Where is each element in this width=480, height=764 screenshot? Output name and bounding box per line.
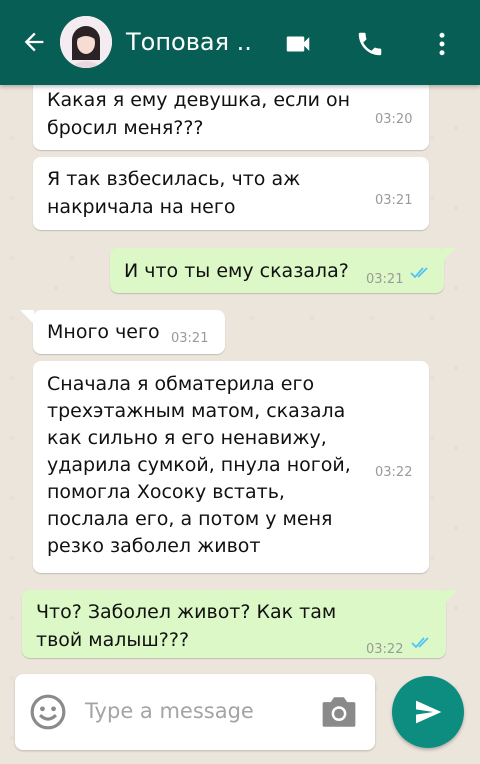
message-input[interactable]: Type a message	[85, 699, 254, 723]
more-vert-icon	[439, 32, 445, 56]
message-bubble[interactable]: Много чего 03:21	[33, 310, 225, 354]
arrow-left-icon	[24, 32, 44, 52]
message-text: Много чего	[47, 321, 160, 343]
video-call-button[interactable]	[278, 24, 318, 64]
message-time: 03:20	[375, 112, 413, 127]
message-bubble[interactable]: Я так взбесилась, что аж накричала на не…	[33, 157, 429, 230]
videocam-icon	[286, 36, 310, 52]
message-bubble[interactable]: Какая я ему девушка, если он бросил меня…	[33, 74, 429, 150]
message-text: Я так взбесилась, что аж накричала на не…	[47, 168, 301, 218]
voice-call-button[interactable]	[350, 24, 390, 64]
message-time: 03:22	[366, 642, 404, 657]
bubble-tail	[444, 590, 458, 604]
back-button[interactable]	[16, 24, 52, 60]
phone-icon	[358, 32, 382, 56]
read-receipt-icon	[410, 267, 428, 279]
message-time: 03:21	[375, 193, 413, 208]
bubble-tail	[442, 248, 456, 262]
avatar[interactable]	[60, 16, 112, 68]
message-bubble-outgoing[interactable]: И что ты ему сказала? 03:21	[110, 248, 444, 293]
bubble-tail	[20, 310, 34, 324]
message-time: 03:21	[366, 272, 404, 287]
message-bubble-outgoing[interactable]: Что? Заболел живот? Как там твой малыш??…	[22, 590, 446, 658]
message-time: 03:22	[375, 465, 413, 480]
message-time: 03:21	[171, 331, 209, 346]
message-text: Сначала я обматерила его трехэтажным мат…	[47, 373, 351, 557]
more-options-button[interactable]	[422, 24, 462, 64]
message-text: Какая я ему девушка, если он бросил меня…	[47, 89, 351, 139]
read-receipt-icon	[411, 637, 429, 649]
send-button[interactable]	[392, 676, 464, 748]
message-bubble[interactable]: Сначала я обматерила его трехэтажным мат…	[33, 361, 429, 573]
camera-icon[interactable]	[319, 694, 359, 730]
chat-header: Топовая ..	[0, 0, 480, 85]
message-text: Что? Заболел живот? Как там твой малыш??…	[36, 601, 337, 651]
message-text: И что ты ему сказала?	[124, 260, 349, 282]
send-icon	[416, 700, 442, 724]
message-composer[interactable]: Type a message	[15, 674, 375, 750]
emoji-icon[interactable]	[29, 693, 67, 731]
chat-title[interactable]: Топовая ..	[126, 28, 252, 56]
